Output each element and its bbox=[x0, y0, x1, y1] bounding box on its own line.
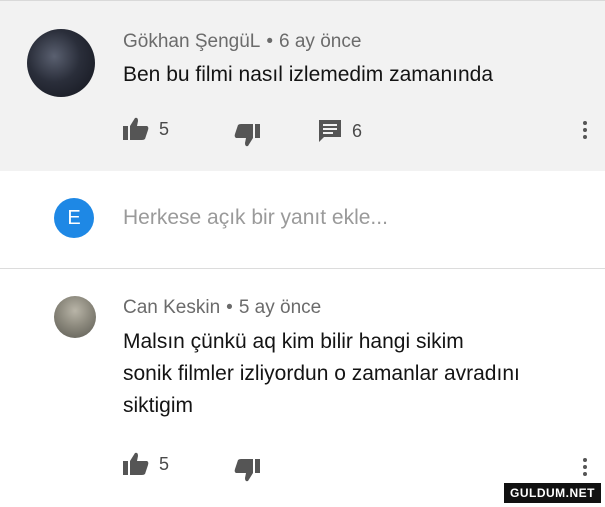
dislike-button[interactable] bbox=[234, 458, 260, 482]
comment-meta: Can Keskin • 5 ay önce bbox=[123, 297, 321, 319]
author-name[interactable]: Gökhan ŞengüL bbox=[123, 31, 260, 52]
comment-text: Malsın çünkü aq kim bilir hangi sikim so… bbox=[123, 326, 520, 422]
comment-line: Malsın çünkü aq kim bilir hangi sikim bbox=[123, 330, 464, 353]
reply-input[interactable]: Herkese açık bir yanıt ekle... bbox=[123, 206, 388, 230]
comment-line: siktigim bbox=[123, 394, 194, 417]
thumbs-up-icon bbox=[123, 117, 149, 140]
avatar[interactable] bbox=[27, 29, 95, 97]
watermark-logo: GULDUM.NET bbox=[504, 483, 601, 503]
like-count: 5 bbox=[159, 453, 170, 474]
comment-text: Ben bu filmi nasıl izlemedim zamanında bbox=[123, 63, 494, 86]
like-button[interactable]: 5 bbox=[123, 452, 169, 476]
comment-icon bbox=[319, 120, 341, 142]
dislike-button[interactable] bbox=[234, 123, 260, 147]
avatar[interactable] bbox=[54, 296, 96, 338]
reply-count: 6 bbox=[352, 120, 363, 141]
comment-thread: Gökhan ŞengüL • 6 ay önce Ben bu filmi nas… bbox=[0, 0, 605, 171]
comment-line: sonik filmler izliyordun o zamanlar avra… bbox=[123, 362, 520, 385]
comment-time: 5 ay önce bbox=[238, 297, 322, 318]
like-count: 5 bbox=[159, 118, 170, 139]
meta-separator: • bbox=[226, 297, 233, 318]
thumbs-up-icon bbox=[123, 452, 149, 475]
more-options-button[interactable] bbox=[583, 455, 589, 479]
divider bbox=[0, 268, 605, 269]
more-options-button[interactable] bbox=[583, 118, 589, 142]
comment-meta: Gökhan ŞengüL • 6 ay önce bbox=[123, 31, 361, 53]
comment-time: 6 ay önce bbox=[279, 31, 362, 52]
thumbs-down-icon bbox=[234, 459, 260, 482]
author-name[interactable]: Can Keskin bbox=[123, 297, 220, 318]
reply-button[interactable]: 6 bbox=[318, 119, 362, 143]
like-button[interactable]: 5 bbox=[123, 117, 169, 141]
meta-separator: • bbox=[266, 31, 273, 52]
user-avatar: E bbox=[54, 198, 94, 238]
thumbs-down-icon bbox=[234, 124, 260, 147]
